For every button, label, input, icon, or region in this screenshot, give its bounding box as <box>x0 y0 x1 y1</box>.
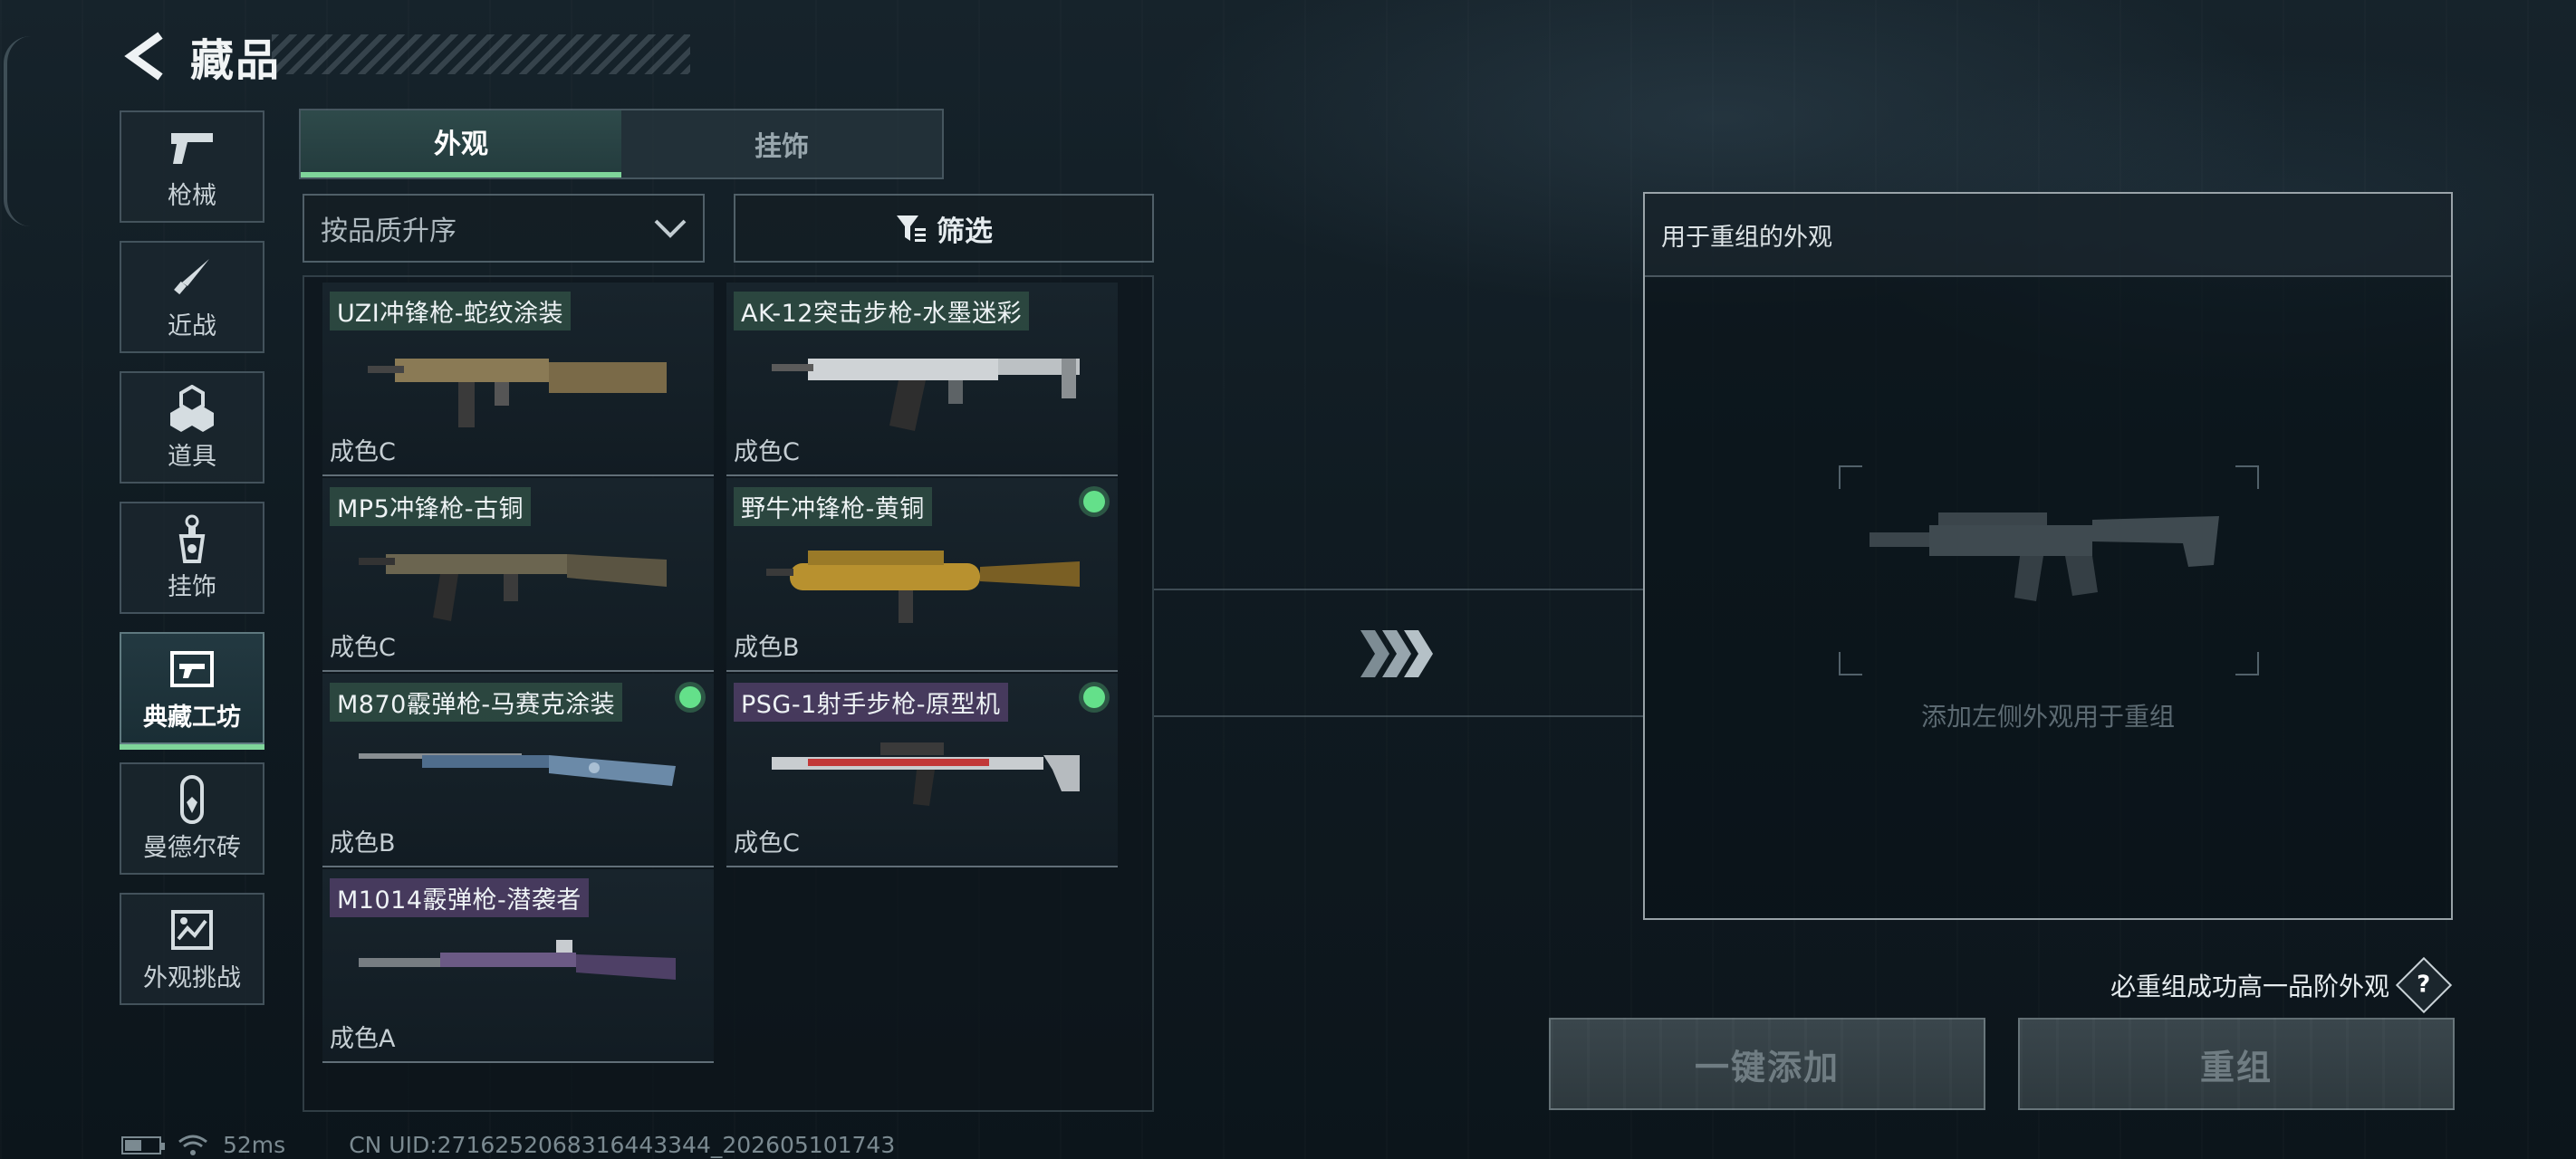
skin-grade: 成色C <box>734 829 800 857</box>
sort-dropdown[interactable]: 按品质升序 <box>303 194 705 263</box>
skin-card[interactable]: 野牛冲锋枪-黄铜 成色B <box>726 478 1118 672</box>
sort-value: 按品质升序 <box>321 216 457 247</box>
connector-line <box>1154 589 1643 590</box>
skin-grade: 成色C <box>330 634 396 662</box>
sidebar-item-charms[interactable]: 挂饰 <box>120 502 264 614</box>
sidebar-item-skin-challenge[interactable]: 外观挑战 <box>120 893 264 1005</box>
challenge-icon <box>171 905 213 954</box>
sidebar-item-mandel-brick[interactable]: 曼德尔砖 <box>120 762 264 875</box>
charm-icon <box>174 514 210 563</box>
sidebar-item-melee[interactable]: 近战 <box>120 241 264 353</box>
skin-name: UZI冲锋枪-蛇纹涂装 <box>330 292 571 330</box>
filter-label: 筛选 <box>937 215 993 248</box>
back-arrow-icon <box>124 32 163 81</box>
sidebar-item-label: 曼德尔砖 <box>143 833 241 862</box>
sidebar-item-label: 近战 <box>168 311 216 340</box>
smg-skin-image <box>766 551 1080 623</box>
selected-indicator <box>1083 686 1105 708</box>
connector-line <box>1154 715 1643 717</box>
player-uid: CN UID:2716252068316443344_202605101743 <box>349 1132 896 1158</box>
skin-name: PSG-1射手步枪-原型机 <box>734 683 1008 722</box>
skin-name: M870霰弹枪-马赛克涂装 <box>330 683 623 722</box>
filter-icon <box>897 216 926 242</box>
skin-grade: 成色C <box>330 438 396 466</box>
collection-screen: 藏品 枪械 近战 道具 挂饰 典藏工坊 曼德尔砖 外观挑战 外观 挂饰 按品质升… <box>0 0 2576 1159</box>
remix-slot-placeholder[interactable] <box>1839 465 2259 675</box>
remix-panel-title: 用于重组的外观 <box>1661 223 1832 252</box>
grenade-icon <box>168 384 216 433</box>
workshop-icon <box>170 645 214 694</box>
tab-charms[interactable]: 挂饰 <box>621 110 942 177</box>
skin-name: AK-12突击步枪-水墨迷彩 <box>734 292 1030 330</box>
sidebar: 枪械 近战 道具 挂饰 典藏工坊 曼德尔砖 外观挑战 <box>120 110 268 1023</box>
skin-name: 野牛冲锋枪-黄铜 <box>734 487 932 526</box>
sidebar-item-label: 枪械 <box>168 181 216 210</box>
selected-indicator <box>1083 491 1105 512</box>
skin-grade: 成色A <box>330 1025 396 1053</box>
brick-icon <box>178 774 206 824</box>
sidebar-item-items[interactable]: 道具 <box>120 371 264 484</box>
sidebar-item-label: 外观挑战 <box>143 963 241 992</box>
guarantee-text: 必重组成功高一品阶外观 <box>2110 972 2390 1001</box>
category-tabs: 外观 挂饰 <box>299 109 944 179</box>
help-icon[interactable]: ? <box>2395 956 2453 1014</box>
remix-slot-hint: 添加左侧外观用于重组 <box>1920 702 2175 732</box>
skin-grade: 成色C <box>734 438 800 466</box>
smg-skin-image <box>368 359 667 427</box>
sidebar-item-label: 典藏工坊 <box>143 703 241 732</box>
skin-card[interactable]: M1014霰弹枪-潜袭者 成色A <box>322 869 714 1063</box>
remix-guarantee: 必重组成功高一品阶外观 ? <box>2110 956 2453 1014</box>
filter-button[interactable]: 筛选 <box>734 194 1154 263</box>
wifi-icon <box>178 1135 207 1155</box>
remix-panel-header: 用于重组的外观 <box>1645 194 2451 277</box>
rifle-skin-image <box>772 359 1080 431</box>
remix-button[interactable]: 重组 <box>2018 1018 2455 1110</box>
shotgun-skin-image <box>359 940 676 980</box>
sidebar-item-label: 挂饰 <box>168 572 216 601</box>
skin-card[interactable]: AK-12突击步枪-水墨迷彩 成色C <box>726 283 1118 476</box>
skin-card[interactable]: UZI冲锋枪-蛇纹涂装 成色C <box>322 283 714 476</box>
selected-indicator <box>679 686 701 708</box>
back-button[interactable] <box>118 24 172 88</box>
skin-card[interactable]: MP5冲锋枪-古铜 成色C <box>322 478 714 672</box>
edge-decoration <box>4 36 34 226</box>
knife-icon <box>169 254 215 302</box>
add-all-button[interactable]: 一键添加 <box>1549 1018 1985 1110</box>
status-bar: 52ms CN UID:2716252068316443344_20260510… <box>121 1132 895 1158</box>
sidebar-item-weapons[interactable]: 枪械 <box>120 110 264 223</box>
pistol-icon <box>168 123 216 172</box>
header: 藏品 <box>118 20 281 92</box>
sniper-skin-image <box>772 742 1080 806</box>
skin-card[interactable]: PSG-1射手步枪-原型机 成色C <box>726 674 1118 867</box>
skin-card[interactable]: M870霰弹枪-马赛克涂装 成色B <box>322 674 714 867</box>
skin-grid: UZI冲锋枪-蛇纹涂装 成色C AK-12突击步枪-水墨迷彩 成色C MP5冲锋… <box>303 275 1154 1112</box>
ping-value: 52ms <box>223 1132 286 1158</box>
remix-panel: 用于重组的外观 添加左侧外观用于重组 <box>1643 192 2453 920</box>
skin-grade: 成色B <box>734 634 800 662</box>
skin-name: M1014霰弹枪-潜袭者 <box>330 878 589 917</box>
battery-icon <box>121 1135 165 1154</box>
skin-grade: 成色B <box>330 829 396 857</box>
page-title: 藏品 <box>190 35 282 86</box>
shotgun-skin-image <box>359 753 676 786</box>
arrow-right-icon <box>1357 627 1438 685</box>
skin-name: MP5冲锋枪-古铜 <box>330 487 531 526</box>
sidebar-item-workshop[interactable]: 典藏工坊 <box>120 632 264 750</box>
smg-skin-image <box>359 554 667 621</box>
help-icon-glyph: ? <box>2417 972 2431 999</box>
title-decoration <box>272 34 690 74</box>
add-all-label: 一键添加 <box>1694 1047 1840 1087</box>
chevron-down-icon <box>654 219 687 238</box>
sidebar-item-label: 道具 <box>168 442 216 471</box>
remix-label: 重组 <box>2199 1047 2273 1087</box>
tab-appearance[interactable]: 外观 <box>301 110 621 177</box>
